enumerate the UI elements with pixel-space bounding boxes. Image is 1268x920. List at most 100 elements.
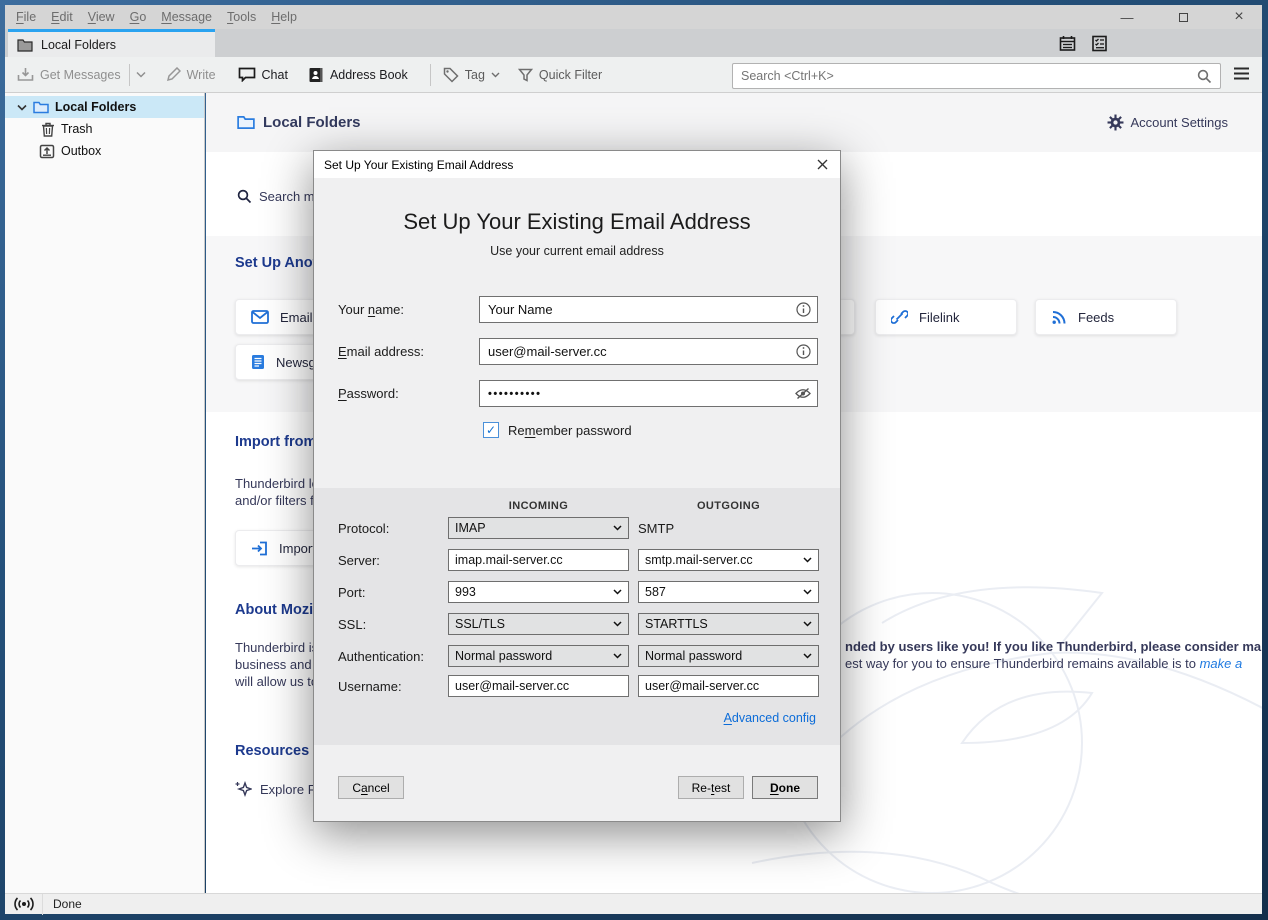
menu-view[interactable]: View [88, 10, 115, 24]
incoming-username-input[interactable] [448, 675, 629, 697]
password-field-wrap [479, 380, 818, 407]
dialog-heading: Set Up Your Existing Email Address [314, 209, 840, 235]
password-label: Password: [338, 386, 399, 401]
funnel-icon [518, 68, 533, 82]
quick-filter-button[interactable]: Quick Filter [518, 68, 602, 82]
chat-button[interactable]: Chat [238, 67, 288, 82]
twisty-expanded-icon[interactable] [17, 104, 27, 111]
info-icon [796, 344, 811, 359]
menu-help[interactable]: Help [271, 10, 297, 24]
incoming-server-input[interactable] [448, 549, 629, 571]
menu-bar: File Edit View Go Message Tools Help — × [5, 5, 1262, 29]
eye-slash-icon[interactable] [795, 387, 811, 400]
folder-icon [17, 38, 33, 52]
menu-edit[interactable]: Edit [51, 10, 73, 24]
done-button[interactable]: Done [752, 776, 818, 799]
write-label: Write [187, 68, 216, 82]
setup-feeds-label: Feeds [1078, 310, 1114, 325]
incoming-protocol-select[interactable]: IMAP [448, 517, 629, 539]
make-a-donation-link[interactable]: make a [1200, 656, 1243, 671]
remember-password-checkbox[interactable]: ✓ Remember password [483, 422, 632, 438]
explore-features-link[interactable]: Explore Fe [235, 781, 323, 798]
incoming-port-select[interactable]: 993 [448, 581, 629, 603]
tasks-tab-button[interactable] [1088, 32, 1110, 54]
folder-icon [33, 101, 49, 114]
incoming-ssl-select[interactable]: SSL/TLS [448, 613, 629, 635]
write-button[interactable]: Write [166, 67, 216, 82]
account-setup-dialog: Set Up Your Existing Email Address Set U… [313, 150, 841, 822]
get-messages-dropdown[interactable] [136, 71, 146, 78]
sidebar-item-local-folders[interactable]: Local Folders [5, 96, 204, 118]
envelope-icon [251, 310, 269, 324]
advanced-config-link[interactable]: Advanced config [724, 711, 816, 725]
outgoing-server-select[interactable]: smtp.mail-server.cc [638, 549, 819, 571]
dialog-titlebar[interactable]: Set Up Your Existing Email Address [314, 151, 840, 178]
checkbox-checked-icon: ✓ [483, 422, 499, 438]
sidebar-item-label: Outbox [61, 144, 101, 158]
setup-email-label: Email [280, 310, 313, 325]
tag-label: Tag [465, 68, 485, 82]
password-field[interactable] [479, 380, 818, 407]
thunderbird-window: File Edit View Go Message Tools Help — ×… [0, 0, 1268, 920]
name-field[interactable] [479, 296, 818, 323]
dialog-close-button[interactable] [811, 154, 833, 175]
search-icon [237, 189, 252, 204]
outgoing-auth-select[interactable]: Normal password [638, 645, 819, 667]
menu-file[interactable]: File [16, 10, 36, 24]
chevron-down-icon [613, 589, 622, 595]
sidebar-item-label: Trash [61, 122, 93, 136]
address-book-button[interactable]: Address Book [308, 67, 408, 83]
search-messages-row[interactable]: Search me [237, 189, 322, 204]
chevron-down-icon [491, 72, 500, 78]
outgoing-ssl-select[interactable]: STARTTLS [638, 613, 819, 635]
outbox-icon [39, 144, 55, 159]
app-menu-button[interactable] [1233, 67, 1250, 80]
search-icon[interactable] [1197, 69, 1212, 84]
outgoing-username-input[interactable] [638, 675, 819, 697]
status-text: Done [53, 897, 82, 911]
sidebar-item-outbox[interactable]: Outbox [5, 140, 204, 162]
outgoing-port-select[interactable]: 587 [638, 581, 819, 603]
tag-button[interactable]: Tag [443, 67, 500, 83]
incoming-auth-select[interactable]: Normal password [448, 645, 629, 667]
chevron-down-icon [803, 589, 812, 595]
dialog-subtitle: Use your current email address [314, 244, 840, 258]
setup-another-account-heading: Set Up Anot [235, 255, 317, 271]
tag-icon [443, 67, 459, 83]
get-messages-button[interactable]: Get Messages [17, 67, 121, 82]
sparkle-icon [235, 781, 252, 798]
minimize-button[interactable]: — [1114, 7, 1140, 27]
global-search-box[interactable] [732, 63, 1221, 89]
chevron-down-icon [803, 653, 812, 659]
account-settings-link[interactable]: Account Settings [1107, 114, 1228, 131]
outgoing-username-box [638, 675, 819, 697]
tab-local-folders[interactable]: Local Folders [8, 29, 215, 57]
menu-tools[interactable]: Tools [227, 10, 256, 24]
cancel-button[interactable]: Cancel [338, 776, 404, 799]
toolbar-divider [430, 64, 431, 86]
menu-go[interactable]: Go [130, 10, 147, 24]
menu-message[interactable]: Message [161, 10, 212, 24]
username-label: Username: [338, 679, 402, 694]
sidebar-item-trash[interactable]: Trash [5, 118, 204, 140]
chevron-down-icon [803, 557, 812, 563]
maximize-button[interactable] [1170, 7, 1196, 27]
email-field[interactable] [479, 338, 818, 365]
tasks-icon [1091, 35, 1108, 52]
info-icon [796, 302, 811, 317]
network-status-icon [14, 897, 34, 911]
retest-button[interactable]: Re-test [678, 776, 744, 799]
setup-filelink-button[interactable]: Filelink [875, 299, 1017, 335]
search-input[interactable] [741, 69, 1191, 83]
calendar-tab-button[interactable] [1056, 32, 1078, 54]
filelink-icon [891, 309, 908, 325]
port-label: Port: [338, 585, 365, 600]
gear-icon [1107, 114, 1124, 131]
setup-feeds-button[interactable]: Feeds [1035, 299, 1177, 335]
ssl-label: SSL: [338, 617, 366, 632]
dialog-title: Set Up Your Existing Email Address [324, 158, 513, 172]
hamburger-icon [1233, 67, 1250, 80]
close-window-button[interactable]: × [1226, 7, 1252, 27]
tab-bar: Local Folders [5, 29, 1262, 57]
toolbar-divider [129, 64, 130, 86]
